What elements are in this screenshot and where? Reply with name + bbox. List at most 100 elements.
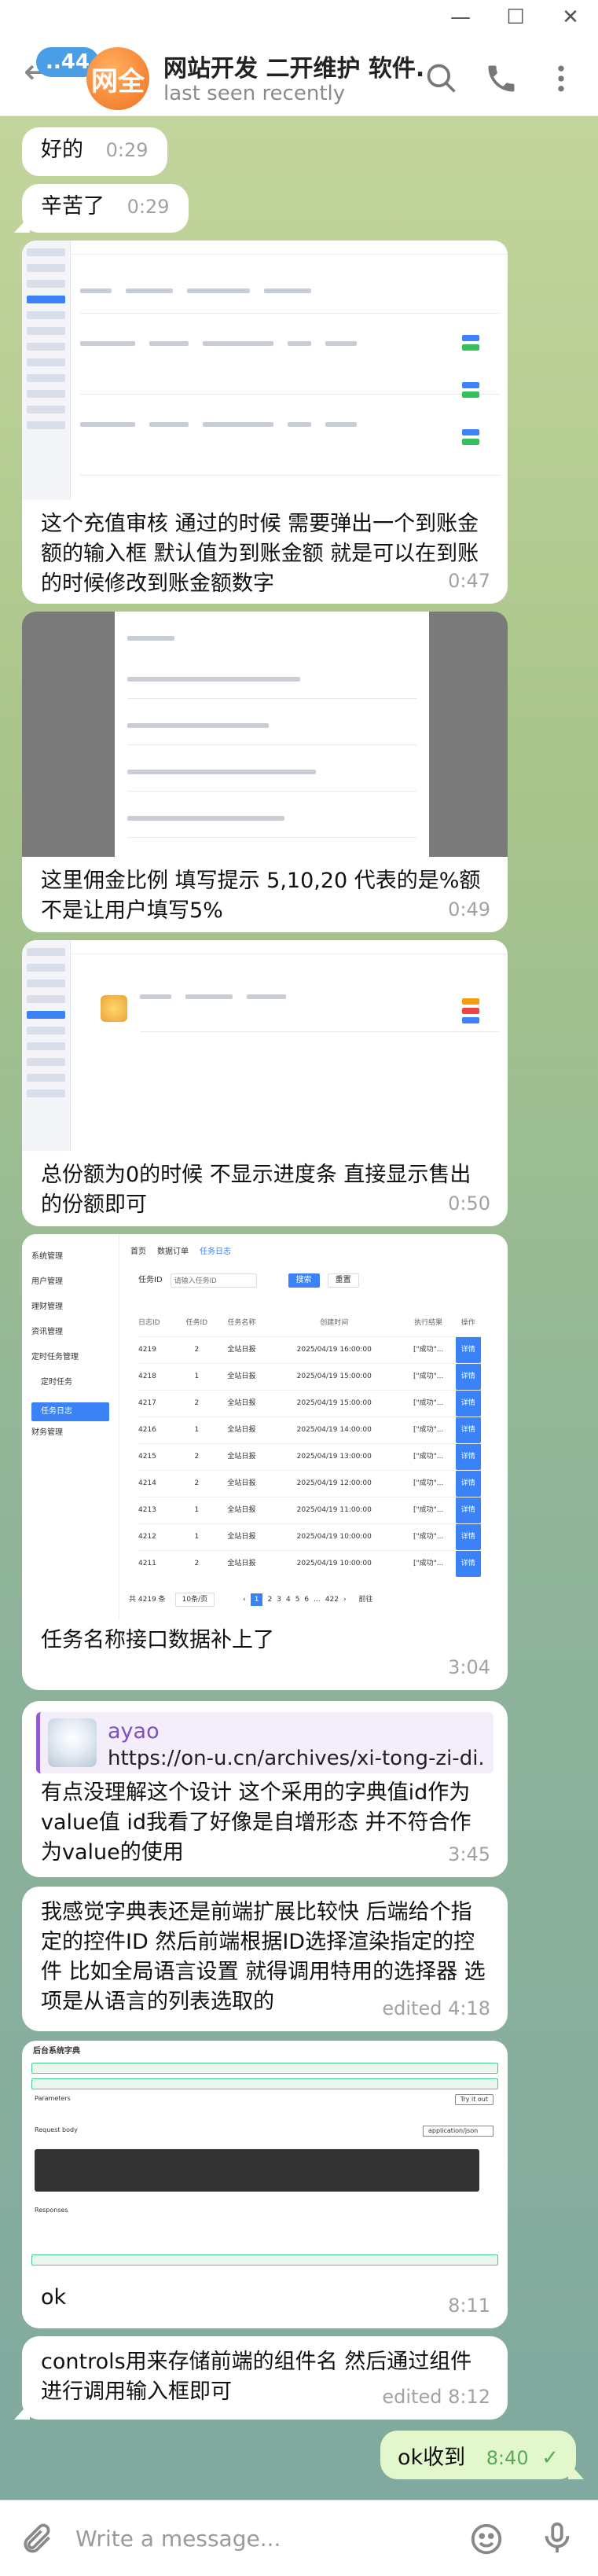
- tab-active[interactable]: 任务日志: [200, 1247, 231, 1258]
- detail-button[interactable]: 详情: [455, 1363, 481, 1390]
- page-number[interactable]: 422: [325, 1594, 339, 1605]
- minimize-icon[interactable]: —: [433, 0, 488, 35]
- prev-page-icon[interactable]: ‹: [243, 1594, 246, 1605]
- more-vertical-icon[interactable]: [544, 61, 578, 96]
- message-input[interactable]: [75, 2519, 445, 2557]
- try-it-out-button[interactable]: Try it out: [454, 2094, 493, 2105]
- message-bubble[interactable]: 这个充值审核 通过的时候 需要弹出一个到账金额的输入框 默认值为到账金额 就是可…: [22, 241, 508, 604]
- sidebar-item[interactable]: 财务管理: [31, 1428, 109, 1453]
- page-number[interactable]: 3: [277, 1594, 281, 1605]
- table-cell: 全站日报: [227, 1479, 256, 1487]
- message-text: 好的: [41, 138, 83, 162]
- table-cell: 4216: [138, 1426, 156, 1434]
- link-preview[interactable]: ayao https://on-u.cn/archives/xi-tong-zi…: [36, 1712, 493, 1773]
- message-bubble[interactable]: 系统管理 用户管理 理财管理 资讯管理 定时任务管理 定时任务 任务日志 财务管…: [22, 1234, 508, 1690]
- reset-button[interactable]: 重置: [327, 1273, 359, 1288]
- page-number[interactable]: 2: [267, 1594, 272, 1605]
- column-header: 任务名称: [227, 1318, 256, 1327]
- table-cell: 2025/04/19 15:00:00: [296, 1399, 372, 1407]
- task-log-table: 日志ID 任务ID 任务名称 创建时间 执行结果 操作 4219 2 全站日报 202…: [138, 1310, 481, 1577]
- detail-button[interactable]: 详情: [455, 1417, 481, 1443]
- message-text: 这个充值审核 通过的时候 需要弹出一个到账金额的输入框 默认值为到账金额 就是可…: [41, 512, 479, 596]
- window-controls: — ☐ ✕: [433, 0, 598, 35]
- detail-button[interactable]: 详情: [455, 1550, 481, 1577]
- column-header: 执行结果: [414, 1318, 443, 1327]
- table-cell: ["成功"...: [413, 1533, 444, 1541]
- message-bubble[interactable]: 这里佣金比例 填写提示 5,10,20 代表的是%额不是让用户填写5% 0:49: [22, 612, 508, 932]
- parameters-label: Parameters: [35, 2095, 71, 2102]
- message-text: 任务名称接口数据补上了: [41, 1628, 274, 1652]
- message-time: 3:04: [448, 1656, 490, 1678]
- detail-button[interactable]: 详情: [455, 1523, 481, 1550]
- search-icon[interactable]: [424, 61, 459, 96]
- task-id-input[interactable]: [170, 1273, 257, 1288]
- page-number[interactable]: 4: [286, 1594, 291, 1605]
- pagination: 共 4219 条 10条/页 ‹ 1 2 3 4 5 6 ... 422 › 前…: [129, 1593, 373, 1607]
- next-page-icon[interactable]: ›: [343, 1594, 347, 1605]
- close-icon[interactable]: ✕: [543, 0, 598, 35]
- detail-button[interactable]: 详情: [455, 1443, 481, 1470]
- message-bubble[interactable]: ayao https://on-u.cn/archives/xi-tong-zi…: [22, 1701, 508, 1877]
- message-bubble[interactable]: controls用来存储前端的组件名 然后通过组件进行调用输入框即可 edite…: [14, 2336, 508, 2420]
- detail-button[interactable]: 详情: [455, 1470, 481, 1497]
- message-bubble[interactable]: 后台系统字典 Parameters Try it out Request bod…: [22, 2041, 508, 2328]
- tab-bar: 首页 数据订单 任务日志: [130, 1247, 231, 1258]
- screenshot-image[interactable]: 系统管理 用户管理 理财管理 资讯管理 定时任务管理 定时任务 任务日志 财务管…: [22, 1234, 508, 1619]
- message-text: 辛苦了: [41, 194, 105, 219]
- table-cell: 全站日报: [227, 1506, 256, 1514]
- chat-avatar[interactable]: 网全: [86, 47, 149, 110]
- link-url[interactable]: https://on-u.cn/archives/xi-tong-zi-di..…: [108, 1744, 485, 1773]
- sidebar-item[interactable]: 资讯管理: [31, 1327, 109, 1352]
- tab[interactable]: 数据订单: [157, 1247, 189, 1258]
- table-cell: 2025/04/19 12:00:00: [296, 1479, 372, 1487]
- page-number[interactable]: 6: [304, 1594, 309, 1605]
- detail-button[interactable]: 详情: [455, 1497, 481, 1523]
- sidebar-item[interactable]: 用户管理: [31, 1277, 109, 1302]
- page-number[interactable]: 1: [250, 1593, 263, 1606]
- message-time: 0:29: [127, 196, 170, 218]
- sidebar-item[interactable]: 定时任务管理: [31, 1352, 109, 1377]
- page-number[interactable]: 5: [295, 1594, 300, 1605]
- sidebar-item[interactable]: 定时任务: [31, 1377, 109, 1402]
- responses-label: Responses: [35, 2207, 68, 2214]
- table-cell: ["成功"...: [413, 1506, 444, 1514]
- sidebar-item[interactable]: 理财管理: [31, 1302, 109, 1327]
- message-bubble[interactable]: 总份额为0的时候 不显示进度条 直接显示售出的份额即可 0:50: [22, 940, 508, 1226]
- table-cell: ["成功"...: [413, 1453, 444, 1461]
- table-cell: 2: [194, 1453, 200, 1461]
- detail-button[interactable]: 详情: [455, 1336, 481, 1363]
- outgoing-message-bubble[interactable]: ok收到 8:40 ✓: [380, 2431, 584, 2479]
- column-header: 创建时间: [320, 1318, 349, 1327]
- tab[interactable]: 首页: [130, 1247, 146, 1258]
- phone-icon[interactable]: [484, 61, 519, 96]
- message-time: 0:47: [448, 570, 490, 592]
- table-cell: 全站日报: [227, 1560, 256, 1568]
- content-type-select[interactable]: application/json: [423, 2126, 493, 2137]
- sidebar-item[interactable]: 系统管理: [31, 1251, 109, 1277]
- chat-status: last seen recently: [163, 82, 346, 105]
- paperclip-icon[interactable]: [19, 2521, 53, 2556]
- table-cell: 1: [194, 1426, 200, 1434]
- search-button[interactable]: 搜索: [288, 1273, 320, 1288]
- screenshot-image[interactable]: 后台系统字典 Parameters Try it out Request bod…: [22, 2041, 508, 2273]
- screenshot-image[interactable]: [22, 241, 508, 500]
- sidebar-item[interactable]: 任务日志: [31, 1402, 109, 1421]
- page-size-select[interactable]: 10条/页: [174, 1593, 215, 1607]
- message-bubble[interactable]: 好的 0:29: [22, 127, 167, 176]
- maximize-icon[interactable]: ☐: [488, 0, 543, 35]
- microphone-icon[interactable]: [539, 2519, 575, 2556]
- table-cell: 4217: [138, 1399, 156, 1407]
- table-cell: ["成功"...: [413, 1560, 444, 1568]
- table-cell: ["成功"...: [413, 1346, 444, 1354]
- emoji-icon[interactable]: [468, 2521, 504, 2557]
- search-label: 任务ID: [138, 1276, 163, 1284]
- detail-button[interactable]: 详情: [455, 1390, 481, 1417]
- api-doc-title: 后台系统字典: [33, 2047, 80, 2056]
- screenshot-image[interactable]: [22, 612, 508, 857]
- screenshot-image[interactable]: [22, 940, 508, 1151]
- message-composer: [0, 2500, 598, 2576]
- table-row: 4211 2 全站日报 2025/04/19 10:00:00 ["成功"... 详情: [138, 1550, 481, 1577]
- message-bubble[interactable]: 辛苦了 0:29: [14, 184, 189, 233]
- message-bubble[interactable]: 我感觉字典表还是前端扩展比较快 后端给个指定的控件ID 然后前端根据ID选择渲染…: [22, 1887, 508, 2031]
- chat-title[interactable]: 网站开发 二开维护 软件...: [163, 49, 423, 83]
